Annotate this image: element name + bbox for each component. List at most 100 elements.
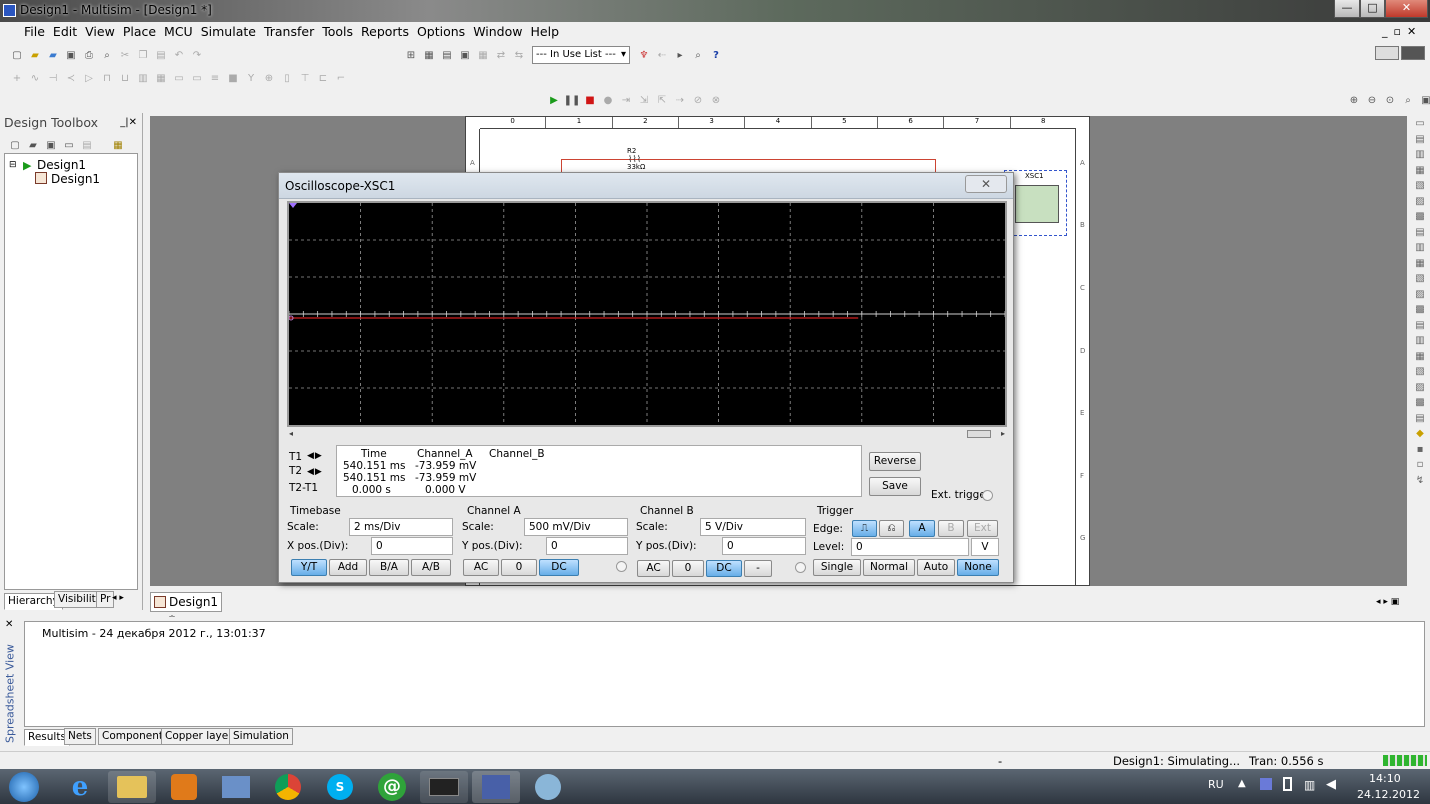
add-button[interactable]: Add [329, 559, 367, 576]
probe-a-icon[interactable]: ▪ [1410, 442, 1430, 458]
open-folder-icon[interactable]: ▰ [27, 47, 43, 63]
taskbar-mail-agent[interactable]: @ [368, 771, 416, 803]
probe-c-icon[interactable]: ↯ [1410, 473, 1430, 489]
instruments-toggle[interactable] [1375, 46, 1427, 62]
menu-file[interactable]: File [20, 22, 49, 42]
taskbar-multisim[interactable] [472, 771, 520, 803]
oscilloscope-close-button[interactable]: ✕ [965, 175, 1007, 193]
misc-icon[interactable]: ■ [225, 70, 241, 86]
spreadsheet-icon[interactable]: ▦ [421, 47, 437, 63]
a-over-b-button[interactable]: A/B [411, 559, 451, 576]
channel-b-invert-button[interactable]: - [744, 560, 772, 577]
tree-child-item[interactable]: Design1 [51, 172, 100, 186]
taskbar-paint[interactable] [524, 771, 572, 803]
pause-icon[interactable]: ❚❚ [564, 92, 581, 108]
taskbar-explorer[interactable] [108, 771, 156, 803]
copy-icon[interactable]: ❐ [135, 47, 151, 63]
single-button[interactable]: Single [813, 559, 861, 576]
step-over-icon[interactable]: ⇥ [618, 92, 634, 108]
current-probe-icon[interactable]: ▤ [1410, 411, 1430, 427]
probe-icon[interactable]: ♆ [636, 47, 652, 63]
trigger-source-ext-button[interactable]: Ext [967, 520, 998, 537]
channel-a-terminal[interactable] [616, 561, 627, 572]
wattmeter-icon[interactable]: ▥ [1410, 147, 1430, 163]
basic-icon[interactable]: ∿ [27, 70, 43, 86]
clock-time[interactable]: 14:10 [1369, 772, 1401, 785]
zoom-area-icon[interactable]: ⊙ [1382, 92, 1398, 108]
agilent-generator-icon[interactable]: ▥ [1410, 333, 1430, 349]
source-icon[interactable]: + [9, 70, 25, 86]
tray-expand-icon[interactable]: ▲ [1238, 778, 1246, 789]
remove-breakpoints-icon[interactable]: ⊗ [708, 92, 724, 108]
clock-date[interactable]: 24.12.2012 [1357, 788, 1420, 801]
misc-digital-icon[interactable]: ▦ [153, 70, 169, 86]
channel-a-dc-button[interactable]: DC [539, 559, 579, 576]
four-channel-scope-icon[interactable]: ▧ [1410, 178, 1430, 194]
taskbar-remote-desktop[interactable] [212, 771, 260, 803]
save-design-icon[interactable]: ▣ [43, 137, 59, 153]
step-into-icon[interactable]: ⇲ [636, 92, 652, 108]
start-button[interactable] [4, 771, 44, 803]
menu-mcu[interactable]: MCU [160, 22, 197, 42]
taskbar-media-player[interactable] [160, 771, 208, 803]
tektronix-scope-icon[interactable]: ▨ [1410, 380, 1430, 396]
new-file-icon[interactable]: ▢ [9, 47, 25, 63]
grid-view-icon[interactable]: ⊞ [403, 47, 419, 63]
in-use-list-dropdown[interactable]: --- In Use List --- ▾ [532, 46, 630, 64]
rf-icon[interactable]: Y [243, 70, 259, 86]
open-design-icon[interactable]: ▰ [25, 137, 41, 153]
delete-design-icon[interactable]: ▤ [79, 137, 95, 153]
frequency-counter-icon[interactable]: ▩ [1410, 209, 1430, 225]
connector-icon[interactable]: ⌐ [333, 70, 349, 86]
bus-icon[interactable]: ⊤ [297, 70, 313, 86]
none-button[interactable]: None [957, 559, 999, 576]
channel-b-ac-button[interactable]: AC [637, 560, 670, 577]
screen-scrollbar[interactable]: ◂ ▸ [287, 429, 1007, 439]
labview-icon[interactable]: ▩ [1410, 395, 1430, 411]
menu-options[interactable]: Options [413, 22, 469, 42]
project-view-icon[interactable]: ▦ [110, 137, 126, 153]
close-button[interactable]: ✕ [1385, 0, 1428, 18]
multimeter-icon[interactable]: ▭ [1410, 116, 1430, 132]
menu-simulate[interactable]: Simulate [197, 22, 260, 42]
taskbar-game[interactable] [420, 771, 468, 803]
volume-icon[interactable]: ◀ [1326, 777, 1336, 792]
backannotate-icon[interactable]: ⇄ [493, 47, 509, 63]
timebase-scale-field[interactable]: 2 ms/Div [349, 518, 453, 536]
paste-icon[interactable]: ▤ [153, 47, 169, 63]
stop-icon[interactable]: ■ [582, 92, 598, 108]
save-icon[interactable]: ▣ [63, 47, 79, 63]
maximize-button[interactable]: □ [1360, 0, 1385, 18]
run-icon[interactable]: ▶ [546, 92, 562, 108]
postprocessor-icon[interactable]: ▣ [457, 47, 473, 63]
new-design-icon[interactable]: ▢ [7, 137, 23, 153]
oscilloscope-window[interactable]: Oscilloscope-XSC1 ✕ ◂ ▸ T1 T2 T2-T1 ◀▶ ◀… [278, 172, 1014, 583]
language-indicator[interactable]: RU [1208, 778, 1224, 791]
menu-transfer[interactable]: Transfer [260, 22, 318, 42]
channel-a-scale-field[interactable]: 500 mV/Div [524, 518, 628, 536]
erc-icon[interactable]: ▦ [475, 47, 491, 63]
redo-icon[interactable]: ↷ [189, 47, 205, 63]
b-over-a-button[interactable]: B/A [369, 559, 409, 576]
tree-collapse-icon[interactable]: ⊟ [9, 160, 17, 170]
t2-cursor-arrows-icon[interactable]: ◀▶ [307, 467, 323, 477]
channel-b-scale-field[interactable]: 5 V/Div [700, 518, 806, 536]
battery-icon[interactable] [1283, 777, 1292, 791]
taskbar-chrome[interactable] [264, 771, 312, 803]
tab-nav-arrows-icon[interactable]: ◂ ▸ ▣ [1376, 597, 1399, 607]
save-button[interactable]: Save [869, 477, 921, 496]
step-icon[interactable]: ● [600, 92, 616, 108]
diode-icon[interactable]: ⊣ [45, 70, 61, 86]
print-preview-icon[interactable]: ⌕ [99, 47, 115, 63]
probe-b-icon[interactable]: ▫ [1410, 457, 1430, 473]
taskbar-skype[interactable]: S [316, 771, 364, 803]
run-to-cursor-icon[interactable]: ⇢ [672, 92, 688, 108]
agilent-scope-icon[interactable]: ▧ [1410, 364, 1430, 380]
scroll-left-icon[interactable]: ◂ [289, 429, 293, 438]
scroll-thumb[interactable] [967, 430, 991, 438]
cut-icon[interactable]: ✂ [117, 47, 133, 63]
print-icon[interactable]: ⎙ [81, 47, 97, 63]
zoom-full-icon[interactable]: ▣ [1418, 92, 1430, 108]
close-design-icon[interactable]: ▭ [61, 137, 77, 153]
oscilloscope-icon[interactable]: ▦ [1410, 163, 1430, 179]
